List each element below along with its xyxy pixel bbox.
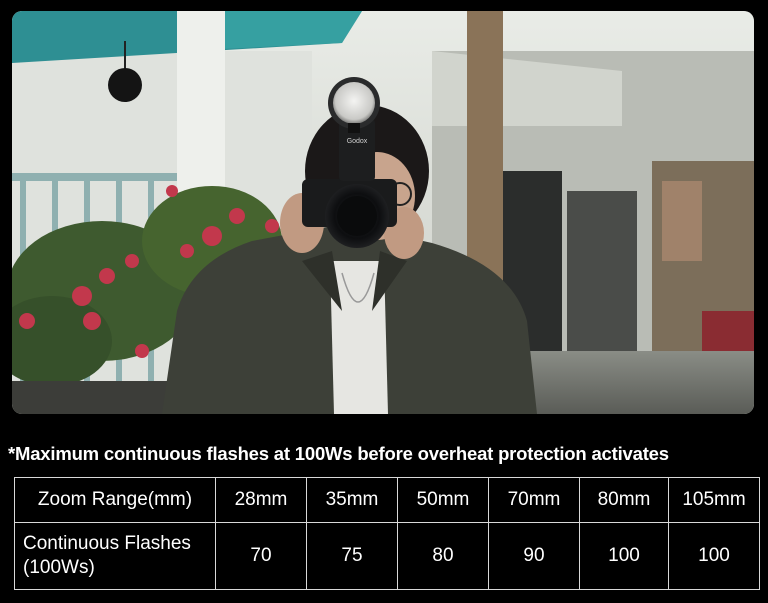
flash-count-28: 70: [215, 522, 307, 590]
zoom-value-35: 35mm: [306, 477, 398, 523]
zoom-value-70: 70mm: [488, 477, 580, 523]
flash-count-50: 80: [397, 522, 489, 590]
zoom-value-80: 80mm: [579, 477, 669, 523]
continuous-flashes-header: Continuous Flashes (100Ws): [14, 522, 216, 590]
flash-count-80: 100: [579, 522, 669, 590]
zoom-range-header: Zoom Range(mm): [14, 477, 216, 523]
flash-count-70: 90: [488, 522, 580, 590]
zoom-value-50: 50mm: [397, 477, 489, 523]
continuous-flash-table: Zoom Range(mm) 28mm 35mm 50mm 70mm 80mm …: [14, 477, 760, 590]
photo-illustration: Godox: [12, 11, 754, 414]
flash-count-105: 100: [668, 522, 760, 590]
photographer-photo: Godox: [12, 11, 754, 414]
zoom-value-105: 105mm: [668, 477, 760, 523]
flash-count-35: 75: [306, 522, 398, 590]
zoom-range-row: Zoom Range(mm) 28mm 35mm 50mm 70mm 80mm …: [14, 477, 760, 523]
flash-brand-label: Godox: [347, 138, 368, 145]
zoom-value-28: 28mm: [215, 477, 307, 523]
continuous-flashes-row: Continuous Flashes (100Ws) 70 75 80 90 1…: [14, 522, 760, 590]
overheat-caption: *Maximum continuous flashes at 100Ws bef…: [8, 443, 669, 464]
